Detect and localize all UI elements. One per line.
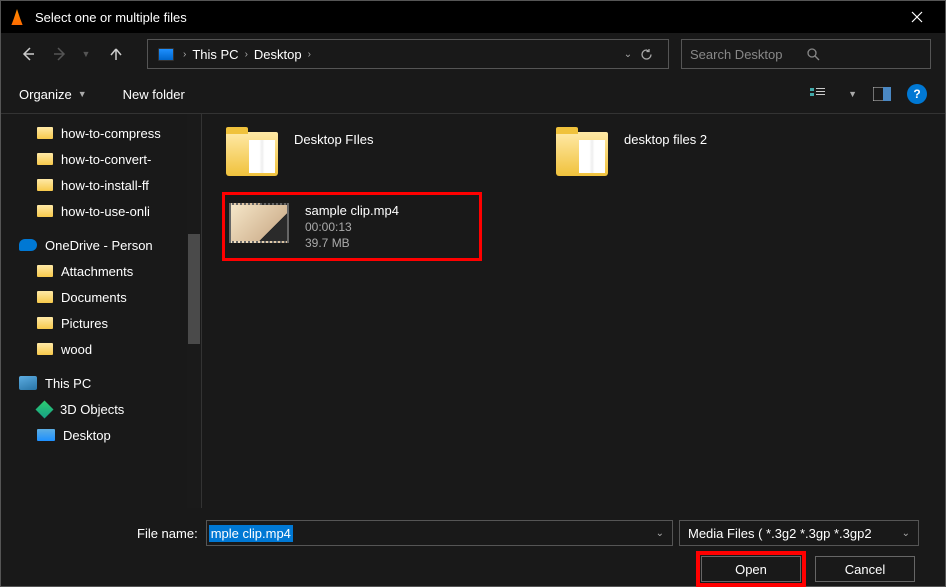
folder-icon (37, 179, 53, 191)
open-button[interactable]: Open (701, 556, 801, 582)
chevron-down-icon[interactable]: ▼ (848, 89, 857, 99)
tree-item-folder[interactable]: Documents (1, 284, 201, 310)
main-area: how-to-compress how-to-convert- how-to-i… (1, 113, 945, 508)
view-controls: ▼ ? (810, 84, 927, 104)
tree-item-folder[interactable]: how-to-use-onli (1, 198, 201, 224)
folder-icon (37, 291, 53, 303)
folder-icon (37, 265, 53, 277)
view-options-button[interactable] (810, 86, 832, 102)
search-icon (806, 47, 922, 61)
tree-item-folder[interactable]: Attachments (1, 258, 201, 284)
toolbar: Organize ▼ New folder ▼ ? (1, 75, 945, 113)
tree-item-folder[interactable]: wood (1, 336, 201, 362)
forward-button[interactable] (47, 41, 73, 67)
vlc-cone-icon (9, 9, 25, 25)
folder-item[interactable]: desktop files 2 (552, 128, 812, 180)
chevron-down-icon[interactable]: ⌄ (650, 528, 670, 539)
close-button[interactable] (897, 1, 937, 33)
folder-icon (37, 127, 53, 139)
back-button[interactable] (15, 41, 41, 67)
onedrive-icon (19, 239, 37, 251)
search-input[interactable]: Search Desktop (681, 39, 931, 69)
folder-icon (226, 132, 278, 176)
up-button[interactable] (103, 41, 129, 67)
breadcrumb-item[interactable]: Desktop (251, 47, 305, 62)
tree-item-folder[interactable]: how-to-convert- (1, 146, 201, 172)
file-size: 39.7 MB (305, 236, 399, 250)
scrollbar-thumb[interactable] (188, 234, 200, 344)
window-title: Select one or multiple files (35, 10, 897, 25)
nav-bar: ▼ › This PC › Desktop › ⌄ Search Desktop (1, 33, 945, 75)
refresh-button[interactable] (640, 48, 664, 61)
cube-icon (35, 400, 53, 418)
tree-item-onedrive[interactable]: OneDrive - Person (1, 232, 201, 258)
file-duration: 00:00:13 (305, 220, 399, 234)
nav-tree: how-to-compress how-to-convert- how-to-i… (1, 114, 201, 508)
folder-icon (37, 205, 53, 217)
tree-item-desktop[interactable]: Desktop (1, 422, 201, 448)
chevron-down-icon: ⌄ (902, 528, 910, 539)
address-dropdown[interactable]: ⌄ (616, 49, 640, 60)
file-list[interactable]: Desktop FIles sample clip.mp4 00:00:13 3… (201, 114, 945, 508)
chevron-right-icon: › (242, 49, 251, 60)
titlebar: Select one or multiple files (1, 1, 945, 33)
filename-input[interactable]: mple clip.mp4 ⌄ (206, 520, 673, 546)
folder-icon (556, 132, 608, 176)
recent-dropdown[interactable]: ▼ (79, 41, 93, 67)
folder-icon (37, 153, 53, 165)
tree-item-thispc[interactable]: This PC (1, 370, 201, 396)
chevron-down-icon: ▼ (78, 89, 87, 99)
breadcrumb-item[interactable]: This PC (189, 47, 241, 62)
tree-item-3dobjects[interactable]: 3D Objects (1, 396, 201, 422)
folder-icon (37, 343, 53, 355)
pc-icon (158, 48, 174, 61)
cancel-button[interactable]: Cancel (815, 556, 915, 582)
video-thumbnail-icon (229, 203, 289, 243)
organize-menu[interactable]: Organize ▼ (19, 87, 87, 102)
folder-item[interactable]: Desktop FIles (222, 128, 482, 180)
file-item-selected[interactable]: sample clip.mp4 00:00:13 39.7 MB (222, 192, 482, 261)
search-placeholder: Search Desktop (690, 47, 806, 62)
chevron-right-icon: › (305, 49, 314, 60)
help-button[interactable]: ? (907, 84, 927, 104)
filename-label: File name: (137, 526, 198, 541)
preview-pane-button[interactable] (873, 87, 891, 101)
dialog-footer: File name: mple clip.mp4 ⌄ Media Files (… (1, 508, 945, 586)
tree-item-folder[interactable]: how-to-compress (1, 120, 201, 146)
file-type-filter[interactable]: Media Files ( *.3g2 *.3gp *.3gp2 ⌄ (679, 520, 919, 546)
address-bar[interactable]: › This PC › Desktop › ⌄ (147, 39, 669, 69)
folder-icon (37, 317, 53, 329)
file-open-dialog: Select one or multiple files ▼ › This PC… (0, 0, 946, 587)
tree-item-folder[interactable]: how-to-install-ff (1, 172, 201, 198)
sidebar-scrollbar[interactable] (187, 114, 201, 508)
new-folder-button[interactable]: New folder (123, 87, 185, 102)
filename-value: mple clip.mp4 (209, 525, 293, 542)
chevron-right-icon: › (180, 49, 189, 60)
pc-icon (19, 376, 37, 390)
desktop-icon (37, 429, 55, 441)
tree-item-folder[interactable]: Pictures (1, 310, 201, 336)
